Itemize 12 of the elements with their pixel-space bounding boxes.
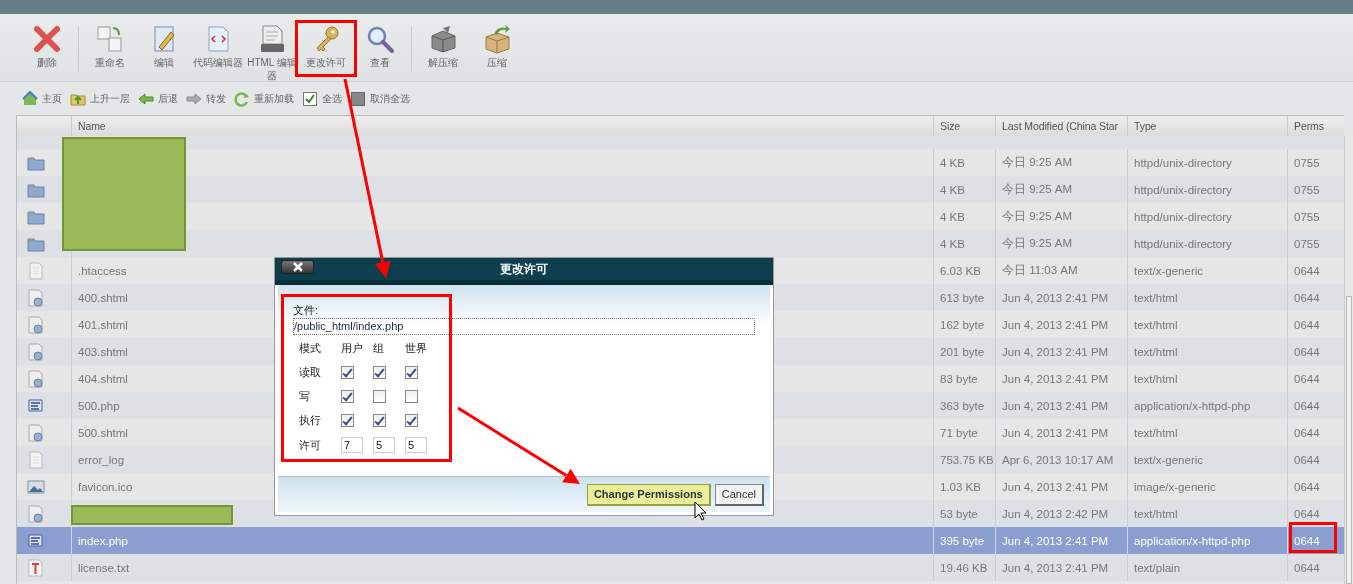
table-cell: Jun 4, 2013 2:41 PM [995,554,1127,581]
mode-label: 写 [299,389,311,404]
dialog-title: 更改许可 [500,260,548,278]
file-name: license.txt [71,554,933,581]
column-label: 世界 [405,341,428,356]
mode-label: 读取 [299,365,322,380]
table-cell: 19.46 KB [933,554,995,581]
column-label: 模式 [299,341,322,356]
column-label: 用户 [341,341,364,356]
table-cell: text/plain [1127,554,1287,581]
column-label: 组 [373,341,385,356]
file-path-field: /public_html/index.php [293,318,755,335]
